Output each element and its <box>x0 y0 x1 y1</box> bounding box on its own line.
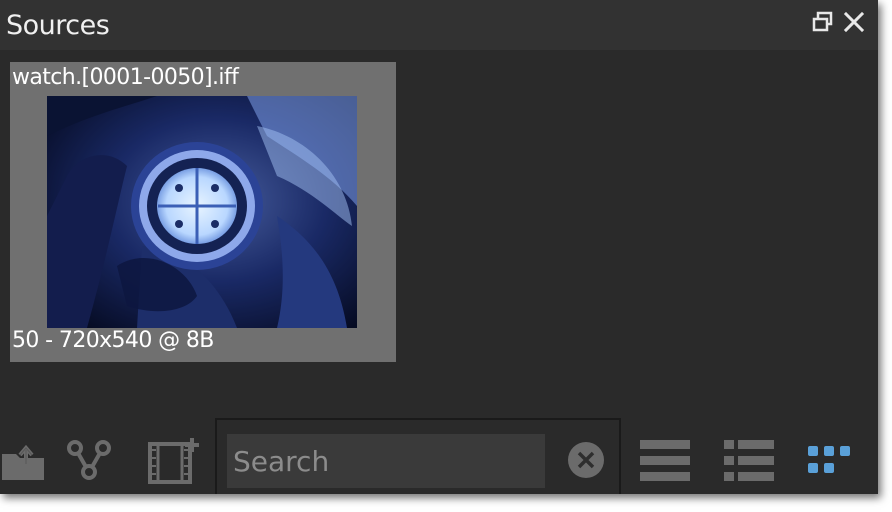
source-info: 50 - 720x540 @ 8B <box>12 328 214 353</box>
source-thumbnail-card[interactable]: watch.[0001-0050].iff 50 - 720x540 @ 8B <box>10 62 396 362</box>
close-icon[interactable] <box>842 10 866 34</box>
import-folder-icon[interactable] <box>2 442 46 482</box>
float-window-icon[interactable] <box>812 11 834 33</box>
sources-panel: Sources watch.[0001-0050].iff 50 - 720x5… <box>0 0 878 494</box>
panel-titlebar: Sources <box>0 0 878 50</box>
search-field[interactable] <box>227 434 545 488</box>
detail-view-icon[interactable] <box>724 440 774 482</box>
list-view-icon[interactable] <box>640 440 690 482</box>
panel-title: Sources <box>6 10 110 41</box>
grid-view-icon[interactable] <box>808 446 858 476</box>
clear-search-icon[interactable] <box>566 440 606 480</box>
add-clip-icon[interactable] <box>148 436 200 484</box>
source-filename: watch.[0001-0050].iff <box>12 65 239 90</box>
search-input[interactable] <box>227 434 545 488</box>
source-thumbnail-image <box>47 96 357 328</box>
node-graph-icon[interactable] <box>66 440 112 480</box>
